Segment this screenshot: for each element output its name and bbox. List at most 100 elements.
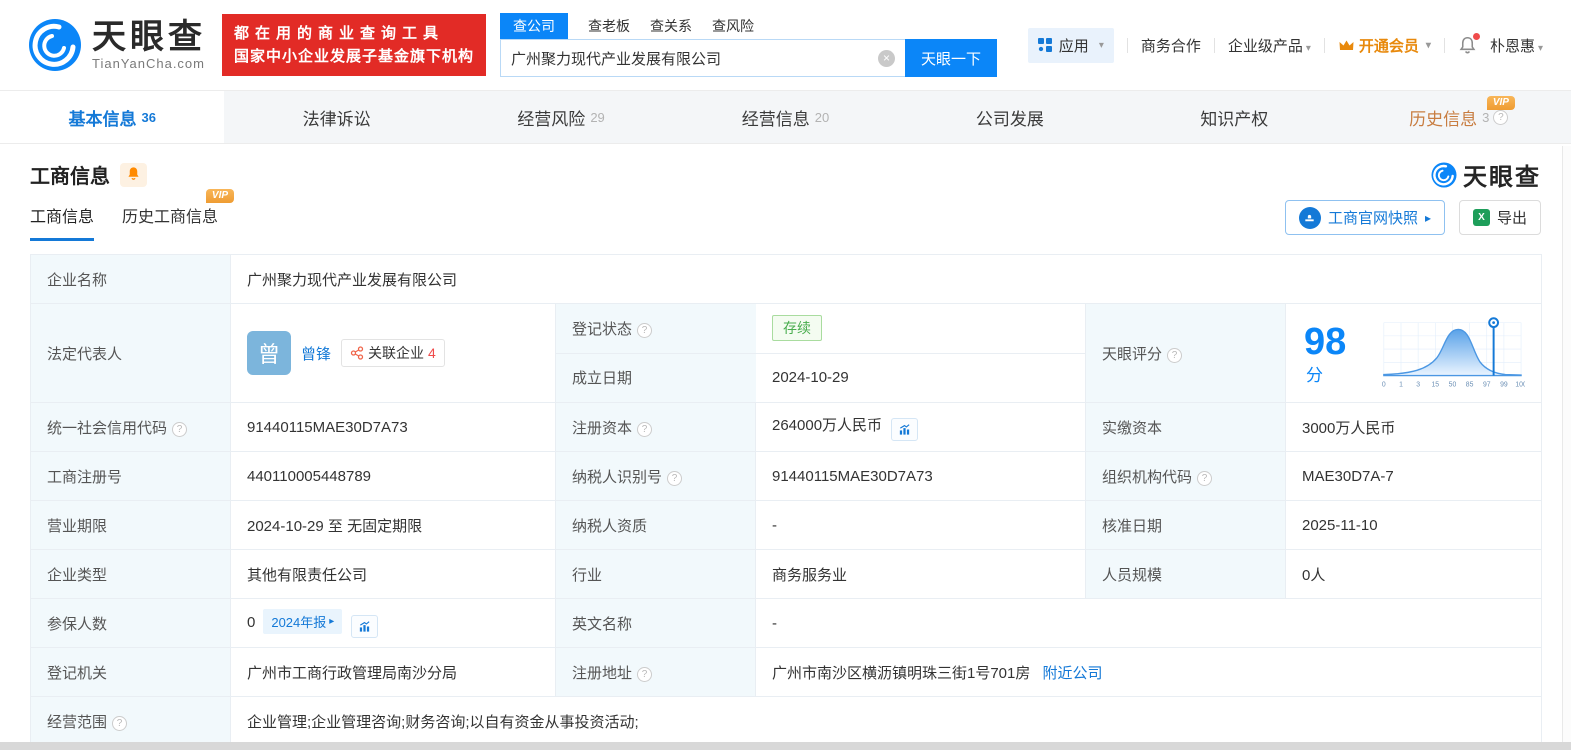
search-tab-risk[interactable]: 查风险: [712, 13, 754, 39]
org-code-label: 组织机构代码: [1102, 468, 1193, 486]
nav-business-cooperation[interactable]: 商务合作: [1141, 35, 1201, 56]
header-nav: 应用 商务合作 企业级产品 开通会员 朴恩惠: [1027, 27, 1543, 63]
insured-count-value: 0: [247, 613, 256, 631]
nav-enterprise-products[interactable]: 企业级产品: [1228, 35, 1311, 56]
apps-label: 应用: [1058, 37, 1089, 55]
score-value: 98: [1304, 320, 1347, 363]
taxpayer-id-value: 91440115MAE30D7A73: [755, 451, 1086, 501]
reg-capital-value: 264000万人民币: [772, 416, 883, 434]
subscribe-bell-button[interactable]: [120, 162, 147, 187]
export-label: 导出: [1496, 210, 1527, 227]
tab-count: 3: [1482, 109, 1490, 125]
tianyancha-logo[interactable]: 天眼查 TianYanCha.com: [28, 18, 206, 72]
subtab-business-info[interactable]: 工商信息: [30, 203, 95, 241]
subtab-label: 历史工商信息: [122, 209, 219, 226]
approval-date-value: 2025-11-10: [1284, 500, 1543, 550]
tab-label: 公司发展: [975, 109, 1044, 129]
tab-count: 36: [141, 109, 156, 125]
crown-icon: [1339, 40, 1354, 50]
tab-operating-info[interactable]: 经营信息 20: [673, 91, 897, 143]
search-tab-boss[interactable]: 查老板: [588, 13, 630, 39]
org-code-value: MAE30D7A-7: [1284, 451, 1543, 501]
divider: [1213, 37, 1215, 53]
score-cell: 98分 0 1 3 15 50 85 97 99 10: [1302, 312, 1525, 394]
export-button[interactable]: X 导出: [1458, 200, 1541, 235]
search-button[interactable]: 天眼一下: [905, 39, 998, 77]
help-icon[interactable]: [1167, 347, 1183, 363]
chevron-down-icon: [1426, 40, 1431, 51]
tab-count: 29: [590, 109, 605, 125]
subtab-history-business-info[interactable]: VIP 历史工商信息: [122, 189, 235, 241]
legal-rep-cell: 曾 曾锋 关联企业 4: [247, 331, 539, 375]
field-label: 企业名称: [30, 254, 231, 304]
help-icon[interactable]: [112, 715, 128, 731]
reg-authority-value: 广州市工商行政管理局南沙分局: [230, 647, 556, 697]
section-actions: 工商官网快照 X 导出: [1284, 200, 1541, 241]
annual-report-badge[interactable]: 2024年报: [263, 608, 343, 634]
tab-intellectual-property[interactable]: 知识产权: [1122, 91, 1346, 143]
field-label: 登记状态: [556, 304, 756, 354]
table-row: 企业名称 广州聚力现代产业发展有限公司: [30, 254, 1543, 304]
divider: [1323, 37, 1325, 53]
chart-icon: [899, 423, 910, 435]
field-label: 工商注册号: [30, 451, 231, 501]
establish-date-value: 2024-10-29: [772, 369, 849, 387]
business-info-section: 工商信息 天眼查 工商信息 VIP 历史工商信息 工商官网快照 ▸ X 导出 企…: [0, 144, 1571, 746]
tab-basic-info[interactable]: 基本信息 36: [0, 91, 225, 143]
tab-history-info[interactable]: VIP 历史信息 3: [1347, 91, 1571, 143]
field-label: 组织机构代码: [1085, 451, 1286, 501]
field-label: 注册资本: [555, 402, 756, 452]
tab-label: 基本信息: [68, 109, 137, 129]
bell-icon: [128, 166, 139, 180]
official-snapshot-button[interactable]: 工商官网快照: [1284, 200, 1445, 235]
company-name-value: 广州聚力现代产业发展有限公司: [229, 254, 1543, 304]
search-tab-company[interactable]: 查公司: [500, 12, 569, 39]
tianyancha-logo-icon: [1431, 161, 1457, 188]
help-icon[interactable]: [667, 470, 683, 486]
open-vip-button[interactable]: 开通会员: [1338, 35, 1431, 56]
tab-company-development[interactable]: 公司发展: [898, 91, 1122, 143]
search-tab-relation[interactable]: 查关系: [650, 13, 692, 39]
chevron-down-icon: [1306, 43, 1311, 54]
svg-text:15: 15: [1432, 381, 1440, 388]
scrollbar[interactable]: [1562, 146, 1571, 742]
field-label: 企业类型: [30, 549, 231, 599]
help-icon[interactable]: [1197, 470, 1213, 486]
divider: [1443, 37, 1445, 53]
tab-label: 经营风险: [517, 109, 586, 129]
excel-icon: X: [1472, 209, 1490, 226]
apps-menu[interactable]: 应用: [1027, 27, 1114, 63]
help-icon[interactable]: [1493, 109, 1509, 125]
help-icon[interactable]: [637, 666, 653, 682]
staff-size-value: 0人: [1284, 549, 1543, 599]
related-companies-label: 关联企业: [368, 345, 425, 361]
table-row: 企业类型 其他有限责任公司 行业 商务服务业 人员规模 0人: [30, 549, 1543, 599]
clear-icon[interactable]: ×: [878, 50, 896, 67]
help-icon[interactable]: [172, 421, 188, 437]
related-companies-button[interactable]: 关联企业 4: [341, 339, 445, 367]
table-row: 工商注册号 440110005448789 纳税人识别号 91440115MAE…: [30, 451, 1543, 501]
tab-label: 经营信息: [741, 109, 810, 129]
business-scope-value: 企业管理;企业管理咨询;财务咨询;以自有资金从事投资活动;: [229, 696, 1543, 746]
tab-legal-proceedings[interactable]: 法律诉讼: [224, 91, 448, 143]
notifications-bell[interactable]: [1458, 32, 1480, 55]
divider: [1126, 37, 1128, 53]
nearby-companies-link[interactable]: 附近公司: [1043, 665, 1103, 682]
field-label: 注册地址: [555, 647, 756, 697]
help-icon[interactable]: [637, 421, 653, 437]
tab-operating-risk[interactable]: 经营风险 29: [449, 91, 673, 143]
tab-label: 法律诉讼: [302, 109, 371, 129]
company-section-tabs: 基本信息 36 法律诉讼 经营风险 29 经营信息 20 公司发展 知识产权 V…: [0, 90, 1571, 144]
legal-rep-link[interactable]: 曾锋: [301, 343, 331, 364]
help-icon[interactable]: [637, 322, 653, 338]
reg-status-label: 登记状态: [572, 320, 633, 338]
insured-trend-button[interactable]: [351, 614, 379, 638]
capital-trend-button[interactable]: [891, 417, 919, 441]
business-term-value: 2024-10-29 至 无固定期限: [230, 500, 556, 550]
avatar[interactable]: 曾: [247, 331, 291, 375]
english-name-value: -: [754, 598, 1543, 648]
search-input[interactable]: [500, 39, 906, 77]
score-distribution-chart[interactable]: 0 1 3 15 50 85 97 99 100: [1376, 314, 1525, 394]
sub-tabs: 工商信息 VIP 历史工商信息: [30, 189, 235, 241]
user-menu[interactable]: 朴恩惠: [1490, 35, 1543, 56]
